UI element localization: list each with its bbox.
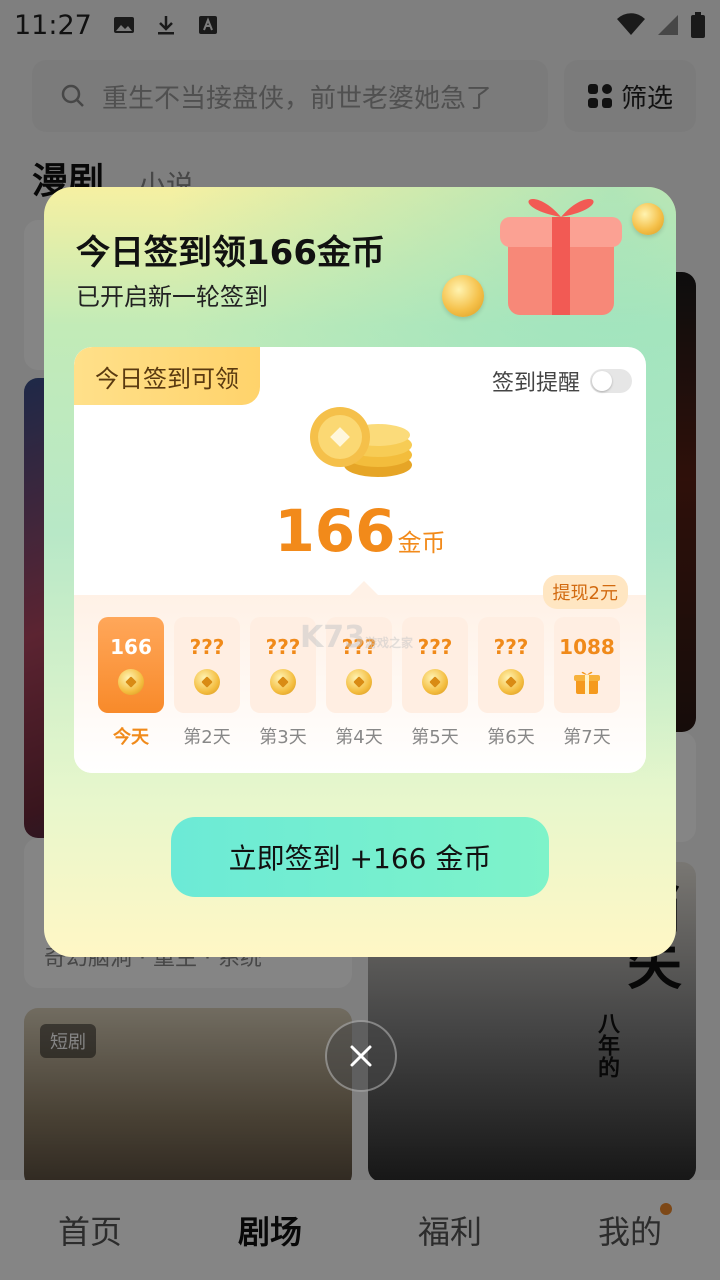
today-claimable-badge: 今日签到可领 — [74, 347, 260, 405]
checkin-title: 今日签到领166金币 — [76, 233, 385, 273]
coin-icon — [498, 669, 524, 695]
coin-icon — [346, 669, 372, 695]
coin-icon — [442, 275, 484, 317]
gift-icon — [574, 671, 600, 694]
day-item-today[interactable]: 166 今天 — [98, 617, 164, 749]
day-label: 第5天 — [411, 727, 459, 748]
watermark: K73游戏之家 — [300, 620, 413, 655]
day-item-7[interactable]: 1088 第7天 — [554, 617, 620, 749]
reminder-toggle[interactable] — [590, 369, 632, 393]
coin-icon — [632, 203, 664, 235]
day-amount: ??? — [493, 635, 529, 659]
day-box: ??? — [174, 617, 240, 713]
day-item-6[interactable]: ??? 第6天 — [478, 617, 544, 749]
today-reward-amount: 166金币 — [74, 497, 646, 565]
reminder-label: 签到提醒 — [491, 371, 580, 396]
checkin-subtitle: 已开启新一轮签到 — [76, 283, 268, 311]
day-label: 第3天 — [259, 727, 307, 748]
coin-icon — [118, 669, 144, 695]
day-box: ??? — [478, 617, 544, 713]
day-amount: ??? — [417, 635, 453, 659]
gift-box-icon — [500, 198, 622, 315]
day-amount: ??? — [265, 635, 301, 659]
close-modal-button[interactable] — [325, 1020, 397, 1092]
checkin-now-button[interactable]: 立即签到 +166 金币 — [171, 817, 549, 897]
reward-number: 166 — [274, 497, 396, 565]
watermark-sub: 游戏之家 — [365, 636, 414, 650]
day-label: 今天 — [113, 727, 149, 748]
day-amount: ??? — [189, 635, 225, 659]
day-amount: 1088 — [559, 635, 615, 659]
withdraw-tag: 提现2元 — [542, 575, 628, 609]
day-amount: 166 — [110, 635, 152, 659]
checkin-panel: 今日签到可领 签到提醒 166金币 提现2元 166 今天 ??? 第2天 ??… — [74, 347, 646, 773]
coin-icon — [270, 669, 296, 695]
coin-stack-icon — [310, 407, 412, 477]
coin-icon — [194, 669, 220, 695]
watermark-text: K73 — [300, 620, 365, 655]
day-item-2[interactable]: ??? 第2天 — [174, 617, 240, 749]
close-icon — [350, 1045, 372, 1067]
day-label: 第7天 — [563, 727, 611, 748]
day-label: 第2天 — [183, 727, 231, 748]
reward-unit: 金币 — [397, 529, 446, 557]
day-box: 1088 — [554, 617, 620, 713]
checkin-reminder[interactable]: 签到提醒 — [492, 365, 632, 397]
day-label: 第4天 — [335, 727, 383, 748]
day-box: 166 — [98, 617, 164, 713]
day-label: 第6天 — [487, 727, 535, 748]
checkin-modal: 今日签到领166金币 已开启新一轮签到 今日签到可领 签到提醒 166金币 提现… — [44, 187, 676, 957]
coin-icon — [422, 669, 448, 695]
